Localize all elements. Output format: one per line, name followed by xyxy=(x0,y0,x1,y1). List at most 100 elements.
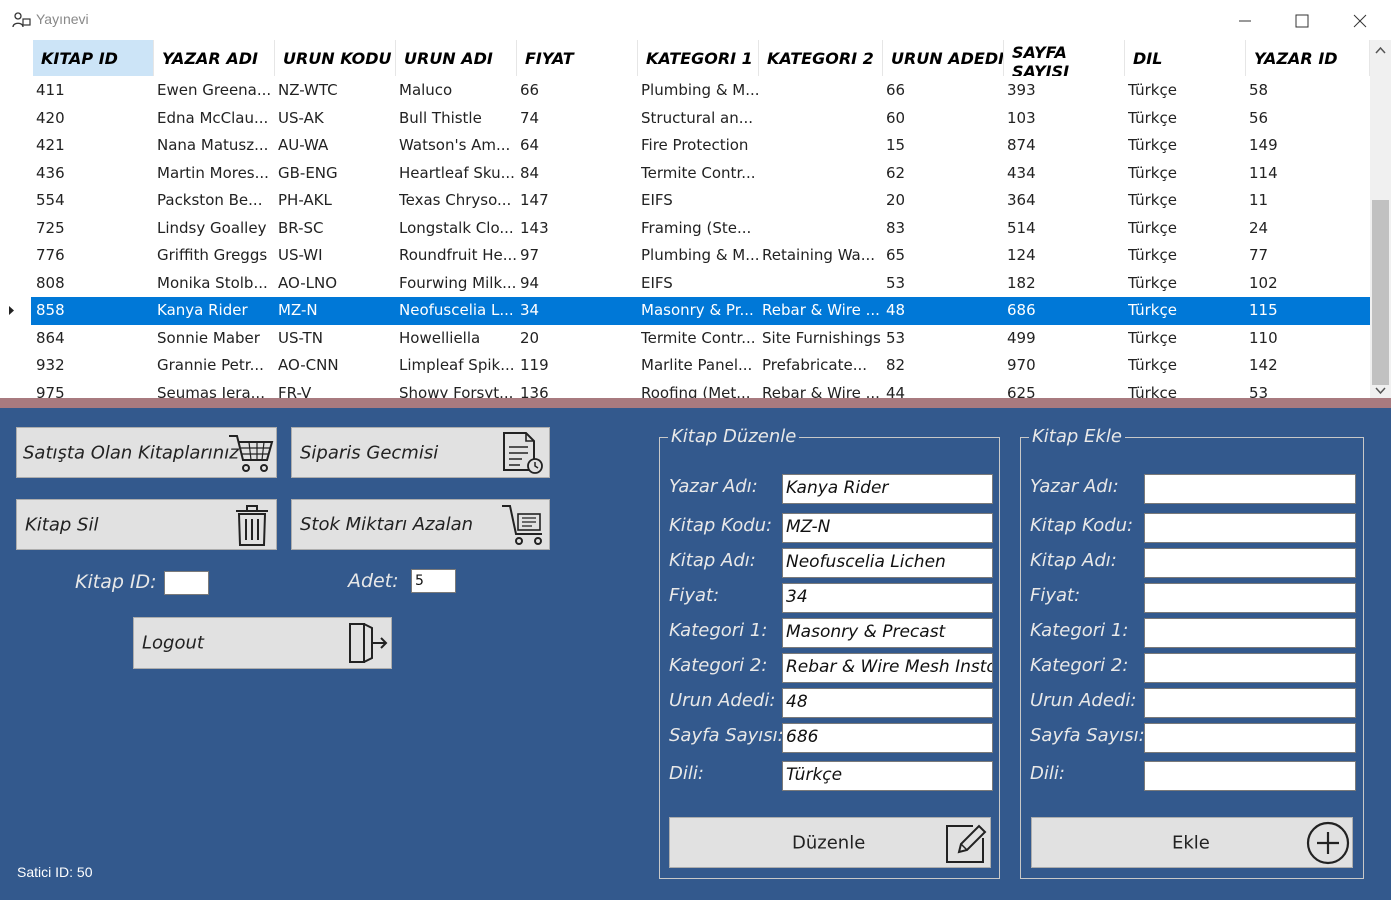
edit-label-6: Urun Adedi: xyxy=(669,690,776,711)
table-row[interactable]: 421 Nana Matusz... AU-WA Watson's Am... 64 Fi… xyxy=(0,132,1370,160)
column-header-yazar-adi[interactable]: YAZAR ADI xyxy=(154,40,275,76)
scrollbar-thumb[interactable] xyxy=(1372,200,1389,385)
add-field-4[interactable] xyxy=(1144,618,1356,648)
edit-label-8: Dili: xyxy=(669,763,704,784)
cell-kitap-id: 808 xyxy=(36,273,65,292)
table-row[interactable]: 864 Sonnie Maber US-TN Howelliella 20 Termite… xyxy=(0,324,1370,352)
table-row[interactable]: 554 Packston Be... PH-AKL Texas Chryso... 14… xyxy=(0,187,1370,215)
add-label-4: Kategori 1: xyxy=(1030,620,1129,641)
table-row[interactable]: 808 Monika Stolb... AO-LNO Fourwing Milk...… xyxy=(0,269,1370,297)
table-row[interactable]: 858 Kanya Rider MZ-N Neofuscelia L... 34 Maso… xyxy=(0,297,1370,325)
cell-fiyat: 97 xyxy=(520,246,540,264)
edit-field-0[interactable]: Kanya Rider xyxy=(782,474,993,504)
add-label-7: Sayfa Sayısı: xyxy=(1030,725,1145,746)
cell-urun-adi: Heartleaf Sku... xyxy=(399,163,515,182)
splitter[interactable] xyxy=(0,398,1391,408)
book-id-input[interactable] xyxy=(164,571,209,595)
logout-button[interactable]: Logout xyxy=(133,617,392,669)
add-submit-label: Ekle xyxy=(1172,832,1210,853)
column-header-kategori-2[interactable]: KATEGORI 2 xyxy=(759,40,883,76)
add-field-3[interactable] xyxy=(1144,583,1356,613)
logout-label: Logout xyxy=(142,632,204,654)
table-row[interactable]: 776 Griffith Greggs US-WI Roundfruit He... 9… xyxy=(0,242,1370,270)
add-field-6[interactable] xyxy=(1144,688,1356,718)
column-header-urun-adedi[interactable]: URUN ADEDI xyxy=(883,40,1004,76)
row-header[interactable] xyxy=(0,77,31,105)
cell-kitap-id: 420 xyxy=(36,108,65,127)
scroll-down-icon[interactable] xyxy=(1370,385,1391,398)
row-header[interactable] xyxy=(0,187,31,215)
edit-field-6[interactable]: 48 xyxy=(782,688,993,718)
row-header[interactable] xyxy=(0,214,31,242)
table-row[interactable]: 725 Lindsy Goalley BR-SC Longstalk Clo... 14… xyxy=(0,214,1370,242)
table-row[interactable]: 932 Grannie Petr... AO-CNN Limpleaf Spik...… xyxy=(0,352,1370,380)
cell-kategori-2 xyxy=(762,77,882,105)
column-header-kitap-id[interactable]: KITAP ID xyxy=(33,40,154,76)
add-label-6: Urun Adedi: xyxy=(1030,690,1137,711)
add-submit-button[interactable]: Ekle xyxy=(1031,817,1353,868)
minimize-icon[interactable] xyxy=(1222,6,1268,36)
grid-vertical-scrollbar[interactable] xyxy=(1370,40,1391,398)
add-book-group: Kitap Ekle Yazar Adı: Kitap Kodu: Kitap Ad… xyxy=(1020,426,1364,879)
cell-urun-adi: Showy Forsyt... xyxy=(399,383,514,399)
cell-yazar-adi: Kanya Rider xyxy=(157,301,248,319)
cell-urun-kodu: BR-SC xyxy=(278,218,324,237)
edit-field-3[interactable]: 34 xyxy=(782,583,993,613)
add-field-7[interactable] xyxy=(1144,723,1356,753)
table-row[interactable]: 436 Martin Mores... GB-ENG Heartleaf Sku...… xyxy=(0,159,1370,187)
maximize-icon[interactable] xyxy=(1279,6,1325,36)
edit-field-1[interactable]: MZ-N xyxy=(782,513,993,543)
scroll-up-icon[interactable] xyxy=(1370,40,1391,60)
add-field-1[interactable] xyxy=(1144,513,1356,543)
table-row[interactable]: 420 Edna McClau... US-AK Bull Thistle 74 Stru… xyxy=(0,104,1370,132)
column-header-yazar-id[interactable]: YAZAR ID xyxy=(1246,40,1370,76)
table-row[interactable]: 975 Seumas Jera... FR-V Showy Forsyt... 136 R… xyxy=(0,379,1370,399)
cell-kitap-id: 421 xyxy=(36,136,65,154)
edit-field-8[interactable]: Türkçe xyxy=(782,761,993,791)
edit-field-2[interactable]: Neofuscelia Lichen xyxy=(782,548,993,578)
add-field-8[interactable] xyxy=(1144,761,1356,791)
cell-kategori-2: Site Furnishings xyxy=(762,328,881,347)
cell-yazar-adi: Lindsy Goalley xyxy=(157,218,267,237)
row-header[interactable] xyxy=(0,104,31,132)
cell-kategori-1: Masonry & Pr... xyxy=(641,301,754,319)
edit-submit-button[interactable]: Düzenle xyxy=(669,817,991,868)
add-field-5[interactable] xyxy=(1144,653,1356,683)
seller-id-text: Satici ID: 50 xyxy=(17,864,93,880)
column-header-urun-adi[interactable]: URUN ADI xyxy=(396,40,517,76)
row-header[interactable] xyxy=(0,159,31,187)
trash-icon xyxy=(236,505,268,546)
column-header-dil[interactable]: DIL xyxy=(1125,40,1246,76)
table-row[interactable]: 411 Ewen Greena... NZ-WTC Maluco 66 Plumbing … xyxy=(0,77,1370,105)
on-sale-books-button[interactable]: Satışta Olan Kitaplarınız xyxy=(16,427,277,478)
add-field-2[interactable] xyxy=(1144,548,1356,578)
edit-field-4[interactable]: Masonry & Precast xyxy=(782,618,993,648)
row-header[interactable] xyxy=(0,297,31,325)
column-header-sayfa-sayisi[interactable]: SAYFA SAYISI xyxy=(1004,40,1125,76)
row-header[interactable] xyxy=(0,242,31,270)
low-stock-button[interactable]: Stok Miktarı Azalan xyxy=(291,499,550,550)
row-header[interactable] xyxy=(0,352,31,380)
cell-yazar-adi: Ewen Greena... xyxy=(157,81,272,99)
cell-urun-kodu: NZ-WTC xyxy=(278,81,338,99)
close-icon[interactable] xyxy=(1337,6,1383,36)
column-header-kategori-1[interactable]: KATEGORI 1 xyxy=(638,40,759,76)
quantity-input[interactable]: 5 xyxy=(411,569,456,593)
books-grid[interactable]: KITAP ID YAZAR ADI URUN KODU URUN ADI FIYAT K… xyxy=(0,40,1391,398)
row-header[interactable] xyxy=(0,132,31,160)
row-header[interactable] xyxy=(0,379,31,398)
cell-urun-adedi: 66 xyxy=(886,81,906,99)
delete-book-button[interactable]: Kitap Sil xyxy=(16,499,277,550)
edit-field-7[interactable]: 686 xyxy=(782,723,993,753)
cell-yazar-adi: Nana Matusz... xyxy=(157,136,269,154)
add-field-0[interactable] xyxy=(1144,474,1356,504)
cell-fiyat: 119 xyxy=(520,356,549,374)
column-header-fiyat[interactable]: FIYAT xyxy=(517,40,638,76)
add-label-3: Fiyat: xyxy=(1030,585,1081,606)
cell-urun-kodu: US-WI xyxy=(278,246,323,264)
edit-field-5[interactable]: Rebar & Wire Mesh Instc xyxy=(782,653,993,683)
order-history-button[interactable]: Siparis Gecmisi xyxy=(291,427,550,478)
row-header[interactable] xyxy=(0,324,31,352)
row-header[interactable] xyxy=(0,269,31,297)
column-header-urun-kodu[interactable]: URUN KODU xyxy=(275,40,396,76)
